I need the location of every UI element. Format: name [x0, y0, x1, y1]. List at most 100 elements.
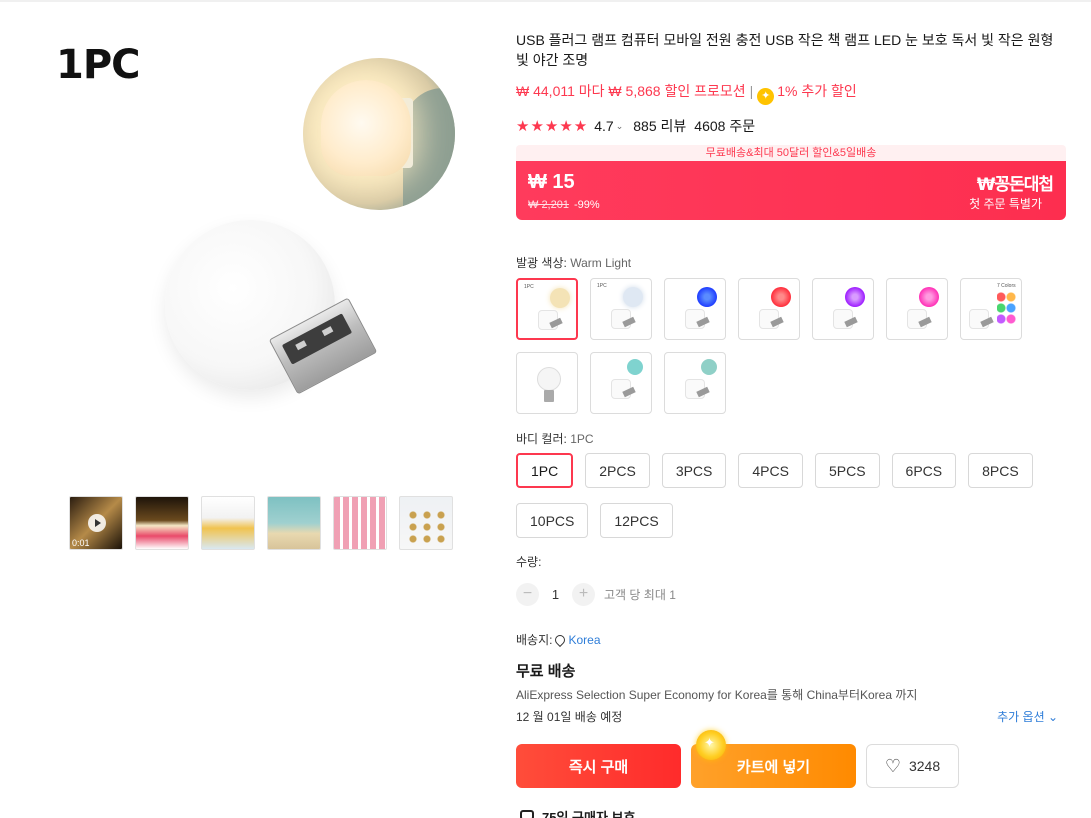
color-swatches: 1PC 1PC 7 Colors	[516, 278, 1036, 414]
quantity-label: 수량:	[516, 555, 542, 569]
swatch-blue-light[interactable]	[664, 278, 726, 340]
option-10pcs[interactable]: 10PCS	[516, 503, 589, 538]
lamp-icon	[759, 309, 779, 329]
more-options-link[interactable]: 추가 옵션 ⌄	[997, 708, 1058, 725]
order-count: 4608 주문	[694, 118, 756, 134]
swatch-white-light[interactable]: 1PC	[590, 278, 652, 340]
campaign-subtitle: 첫 주문 특별가	[969, 197, 1042, 211]
promotion-text: ₩ 44,011 마다 ₩ 5,868 할인 프로모션	[516, 83, 746, 99]
rating-score[interactable]: 4.7	[594, 118, 613, 134]
play-icon	[88, 514, 106, 532]
ship-to-label: 배송지:	[516, 633, 553, 647]
lamp-icon	[685, 309, 705, 329]
cyan-glow-icon	[701, 359, 717, 375]
product-gallery: 1PC 0:01	[40, 20, 480, 550]
swatch-purple-light[interactable]	[812, 278, 874, 340]
thumbnail-desk[interactable]	[267, 496, 321, 550]
swatch-pink-light[interactable]	[886, 278, 948, 340]
swatch-tag: 1PC	[597, 283, 607, 289]
cyan-glow-icon	[627, 359, 643, 375]
plus-button[interactable]: +	[572, 583, 595, 606]
option-8pcs[interactable]: 8PCS	[968, 453, 1033, 488]
quantity-value[interactable]: 1	[539, 587, 572, 602]
quantity-limit: 고객 당 최대 1	[604, 588, 676, 602]
main-image-label: 1PC	[56, 42, 141, 88]
thumbnail-grid[interactable]	[333, 496, 387, 550]
discount-percent: -99%	[573, 199, 600, 211]
option-3pcs[interactable]: 3PCS	[661, 453, 727, 488]
buyer-protection-text: 75일 구매자 보호	[542, 810, 636, 818]
free-shipping-title: 무료 배송	[516, 663, 576, 680]
body-options: 1PC 2PCS 3PCS 4PCS 5PCS 6PCS 8PCS 10PCS …	[516, 453, 1036, 538]
wishlist-button[interactable]: ♡ 3248	[866, 744, 959, 788]
coin-icon: ✦	[757, 88, 775, 105]
inset-glowing-bulb	[321, 80, 411, 176]
buy-now-button[interactable]: 즉시 구매	[516, 744, 681, 788]
rainbow-glow-icon	[997, 291, 1019, 329]
body-option-label: 바디 컬러: 1PC	[516, 430, 594, 447]
body-selected-value: 1PC	[570, 432, 594, 446]
original-price-row: ₩ 2,201 -99%	[528, 199, 600, 211]
color-label-text: 발광 색상:	[516, 256, 567, 270]
white-glow-icon	[623, 287, 643, 307]
option-1pc[interactable]: 1PC	[516, 453, 574, 488]
swatch-cube-cyan[interactable]	[590, 352, 652, 414]
lamp-icon	[907, 309, 927, 329]
thumbnail-warm-light[interactable]	[135, 496, 189, 550]
wishlist-count: 3248	[908, 758, 941, 774]
lamp-icon	[611, 379, 631, 399]
ship-to-location[interactable]: Korea	[568, 633, 600, 647]
lamp-icon	[969, 309, 989, 329]
promo-separator: |	[749, 83, 754, 99]
buyer-protection[interactable]: 75일 구매자 보호	[520, 807, 635, 818]
lamp-icon	[685, 379, 705, 399]
purple-glow-icon	[845, 287, 865, 307]
feature-dots	[406, 509, 448, 545]
swatch-seven-colors[interactable]: 7 Colors	[960, 278, 1022, 340]
thumbnail-features[interactable]	[399, 496, 453, 550]
red-glow-icon	[771, 287, 791, 307]
swatch-warm-light[interactable]: 1PC	[516, 278, 578, 340]
rating-row: ★★★★★ 4.7 ⌄ 885 리뷰 4608 주문	[516, 116, 755, 136]
promotion-line[interactable]: ₩ 44,011 마다 ₩ 5,868 할인 프로모션 | ✦ 1% 추가 할인	[516, 81, 857, 105]
warm-glow-icon	[550, 288, 570, 308]
shield-icon	[520, 810, 534, 818]
thumbnail-video[interactable]: 0:01	[69, 496, 123, 550]
lit-lamp-inset-image	[303, 58, 455, 210]
thumbnail-strip: 0:01	[69, 496, 453, 550]
minus-button[interactable]: −	[516, 583, 539, 606]
blue-glow-icon	[697, 287, 717, 307]
option-12pcs[interactable]: 12PCS	[600, 503, 673, 538]
lamp-icon	[538, 310, 558, 330]
option-4pcs[interactable]: 4PCS	[738, 453, 803, 488]
delivery-date: 12 월 01일 배송 예정	[516, 710, 623, 724]
deal-banner: 무료배송&최대 50달러 할인&5일배송	[516, 145, 1066, 161]
swatch-red-light[interactable]	[738, 278, 800, 340]
star-rating-icon: ★★★★★	[516, 118, 589, 135]
review-count[interactable]: 885 리뷰	[633, 116, 686, 136]
pink-glow-icon	[919, 287, 939, 307]
ship-to-row: 배송지: Korea	[516, 631, 601, 648]
chevron-down-icon[interactable]: ⌄	[616, 121, 624, 132]
swatch-round-white[interactable]	[516, 352, 578, 414]
body-label-text: 바디 컬러:	[516, 432, 567, 446]
option-6pcs[interactable]: 6PCS	[891, 453, 957, 488]
coin-discount-text: 1% 추가 할인	[777, 83, 857, 99]
quantity-stepper: − 1 + 고객 당 최대 1	[516, 583, 676, 606]
heart-icon: ♡	[884, 755, 901, 776]
campaign-logo: ₩꽁돈대첩	[976, 175, 1054, 195]
location-pin-icon	[553, 632, 568, 648]
swatch-cube-warm[interactable]	[664, 352, 726, 414]
color-option-label: 발광 색상: Warm Light	[516, 254, 631, 271]
original-price: ₩ 2,201	[528, 199, 569, 211]
swatch-tag: 1PC	[524, 284, 534, 290]
deal-price-box: ₩ 15 ₩ 2,201 -99% ₩꽁돈대첩 첫 주문 특별가	[516, 161, 1066, 220]
product-title: USB 플러그 램프 컴퓨터 모바일 전원 충전 USB 작은 책 램프 LED…	[516, 32, 1054, 68]
round-lamp-icon	[537, 367, 561, 402]
option-5pcs[interactable]: 5PCS	[814, 453, 880, 488]
option-2pcs[interactable]: 2PCS	[585, 453, 650, 488]
product-info: USB 플러그 램프 컴퓨터 모바일 전원 충전 USB 작은 책 램프 LED…	[516, 30, 1068, 818]
video-time: 0:01	[72, 538, 90, 548]
swatch-tag: 7 Colors	[997, 283, 1016, 289]
thumbnail-colors[interactable]	[201, 496, 255, 550]
